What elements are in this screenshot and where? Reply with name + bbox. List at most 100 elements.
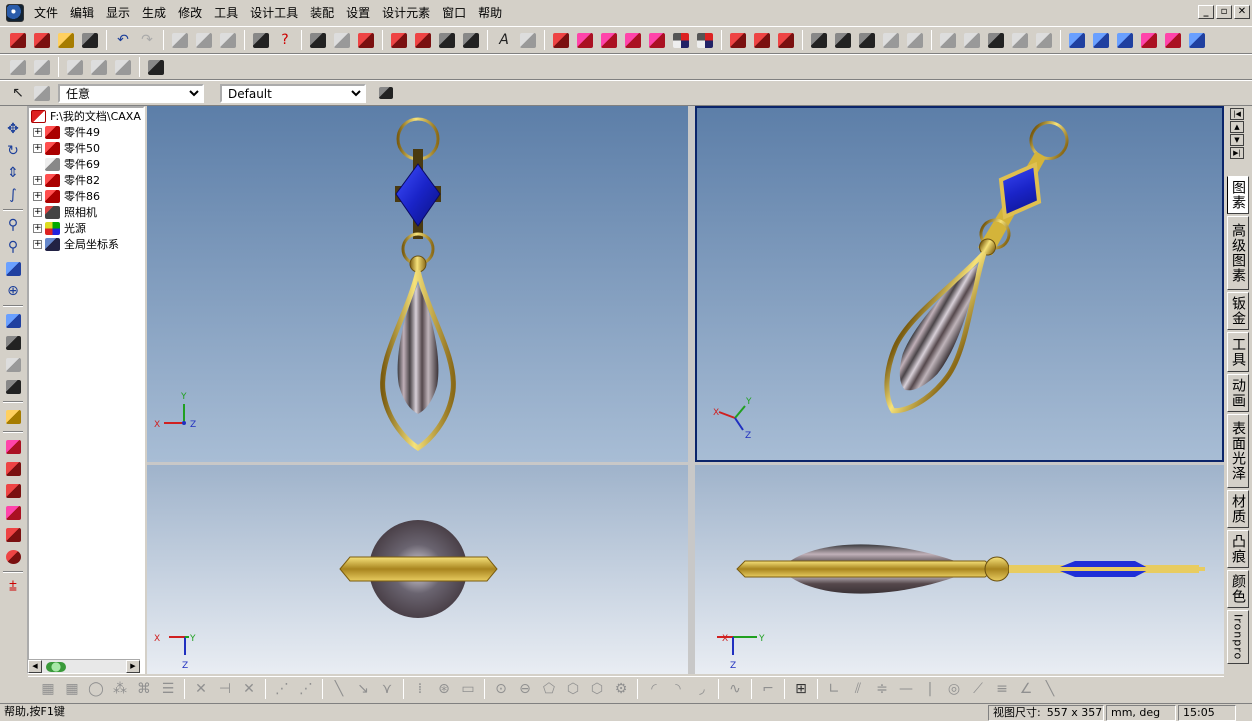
bottom-tool[interactable]: ⚙	[609, 678, 633, 700]
bottom-tool[interactable]: |	[918, 678, 942, 700]
view-tool-3[interactable]	[1113, 29, 1137, 51]
curve-tool-7[interactable]	[693, 29, 717, 51]
sub-tool-2[interactable]	[30, 56, 54, 78]
tree-item[interactable]: 零件69	[29, 156, 143, 172]
nav-down-icon[interactable]: ▼	[1230, 134, 1244, 146]
expand-icon[interactable]: +	[33, 175, 42, 185]
move-button[interactable]: ✥	[2, 118, 24, 140]
nav-up-icon[interactable]: ▲	[1230, 121, 1244, 133]
viewport-side[interactable]: X Y Z	[695, 465, 1224, 674]
bottom-tool[interactable]: ╲	[327, 678, 351, 700]
expand-icon[interactable]: +	[33, 143, 42, 153]
nav-last-icon[interactable]: ▶|	[1230, 147, 1244, 159]
tab-sheet-metal[interactable]: 钣金	[1227, 292, 1249, 330]
scroll-left-icon[interactable]: ◀	[28, 660, 42, 673]
selection-filter-select[interactable]: 任意	[58, 83, 204, 103]
zoom-window-button[interactable]: ⚲	[2, 236, 24, 258]
bottom-tool[interactable]: ▦	[36, 678, 60, 700]
camera-target-button[interactable]	[2, 354, 24, 376]
bottom-tool[interactable]: ◝	[666, 678, 690, 700]
hierarchy-button[interactable]	[374, 82, 398, 104]
zoom-fit-button[interactable]	[2, 258, 24, 280]
tab-emboss[interactable]: 凸痕	[1227, 530, 1249, 568]
minimize-button[interactable]: _	[1198, 5, 1214, 19]
tree-item[interactable]: + 零件86	[29, 188, 143, 204]
surface-tool-6[interactable]	[855, 29, 879, 51]
tree-item[interactable]: + 零件50	[29, 140, 143, 156]
move-part-button[interactable]	[387, 29, 411, 51]
rotate-view-button[interactable]: ↻	[2, 140, 24, 162]
material-button[interactable]	[354, 29, 378, 51]
bottom-tool[interactable]: ⊖	[513, 678, 537, 700]
sweep-button[interactable]	[2, 480, 24, 502]
bottom-tool[interactable]: ⋰	[270, 678, 294, 700]
nav-first-icon[interactable]: |◀	[1230, 108, 1244, 120]
bottom-tool[interactable]: ▭	[456, 678, 480, 700]
text-button[interactable]: A	[492, 29, 516, 51]
bottom-tool[interactable]: ╲	[1038, 678, 1062, 700]
bottom-tool[interactable]: ∿	[723, 678, 747, 700]
curve-tool-6[interactable]	[669, 29, 693, 51]
rotate-part-button[interactable]	[411, 29, 435, 51]
tree-item[interactable]: + 光源	[29, 220, 143, 236]
view-tool-2[interactable]	[1089, 29, 1113, 51]
new-design-button[interactable]	[30, 29, 54, 51]
menu-design-elements[interactable]: 设计元素	[376, 1, 436, 25]
render-button[interactable]	[306, 29, 330, 51]
cut-button[interactable]	[168, 29, 192, 51]
bottom-tool[interactable]: ◞	[690, 678, 714, 700]
extrude-button[interactable]	[2, 436, 24, 458]
bottom-tool[interactable]: ◯	[84, 678, 108, 700]
tab-animation[interactable]: 动画	[1227, 374, 1249, 412]
tab-material[interactable]: 材质	[1227, 490, 1249, 528]
pan-button[interactable]: ⇕	[2, 162, 24, 184]
sub-tool-5[interactable]	[111, 56, 135, 78]
menu-modify[interactable]: 修改	[172, 1, 208, 25]
bend-button[interactable]	[435, 29, 459, 51]
smart-render-button[interactable]	[330, 29, 354, 51]
feature-tool-5[interactable]	[1032, 29, 1056, 51]
tree-root[interactable]: F:\我的文档\CAXA	[29, 108, 143, 124]
close-button[interactable]: ✕	[1234, 5, 1250, 19]
tab-color[interactable]: 颜色	[1227, 570, 1249, 608]
save-button[interactable]	[78, 29, 102, 51]
expand-icon[interactable]: +	[33, 191, 42, 201]
app-logo-icon[interactable]	[6, 4, 24, 22]
curve-tool-1[interactable]	[549, 29, 573, 51]
walk-button[interactable]	[2, 310, 24, 332]
menu-tools[interactable]: 工具	[208, 1, 244, 25]
bottom-tool[interactable]: ⁞	[408, 678, 432, 700]
viewport-front[interactable]: X Y Z	[147, 106, 688, 462]
menu-generate[interactable]: 生成	[136, 1, 172, 25]
copy-button[interactable]	[192, 29, 216, 51]
config-select[interactable]: Default	[220, 83, 366, 103]
bottom-tool[interactable]: ⊞	[789, 678, 813, 700]
restore-button[interactable]: ▫	[1216, 5, 1232, 19]
bottom-tool[interactable]: ∠	[1014, 678, 1038, 700]
dimension-button[interactable]: ⩲	[2, 576, 24, 598]
view-tool-5[interactable]	[1161, 29, 1185, 51]
loft-button[interactable]	[2, 502, 24, 524]
sub-tool-6[interactable]	[144, 56, 168, 78]
menu-window[interactable]: 窗口	[436, 1, 472, 25]
surface-tool-3[interactable]	[774, 29, 798, 51]
viewport-isometric[interactable]: X Y Z	[695, 106, 1224, 462]
expand-icon[interactable]: +	[33, 223, 42, 233]
paste-button[interactable]	[216, 29, 240, 51]
bottom-tool[interactable]: ▦	[60, 678, 84, 700]
open-button[interactable]	[54, 29, 78, 51]
bottom-tool[interactable]: ⬡	[585, 678, 609, 700]
bottom-tool[interactable]: ⬠	[537, 678, 561, 700]
orbit-button[interactable]: ⊕	[2, 280, 24, 302]
surface-tool-2[interactable]	[750, 29, 774, 51]
tab-tools[interactable]: 工具	[1227, 332, 1249, 372]
revolve-button[interactable]	[2, 458, 24, 480]
tree-item[interactable]: + 零件82	[29, 172, 143, 188]
bottom-tool[interactable]: ⌘	[132, 678, 156, 700]
bottom-tool[interactable]: ✕	[189, 678, 213, 700]
expand-icon[interactable]: +	[33, 239, 42, 249]
curve-tool-5[interactable]	[645, 29, 669, 51]
redo-button[interactable]: ↷	[135, 29, 159, 51]
select-pointer-button[interactable]: ↖	[6, 82, 30, 104]
context-help-button[interactable]: ?	[273, 29, 297, 51]
